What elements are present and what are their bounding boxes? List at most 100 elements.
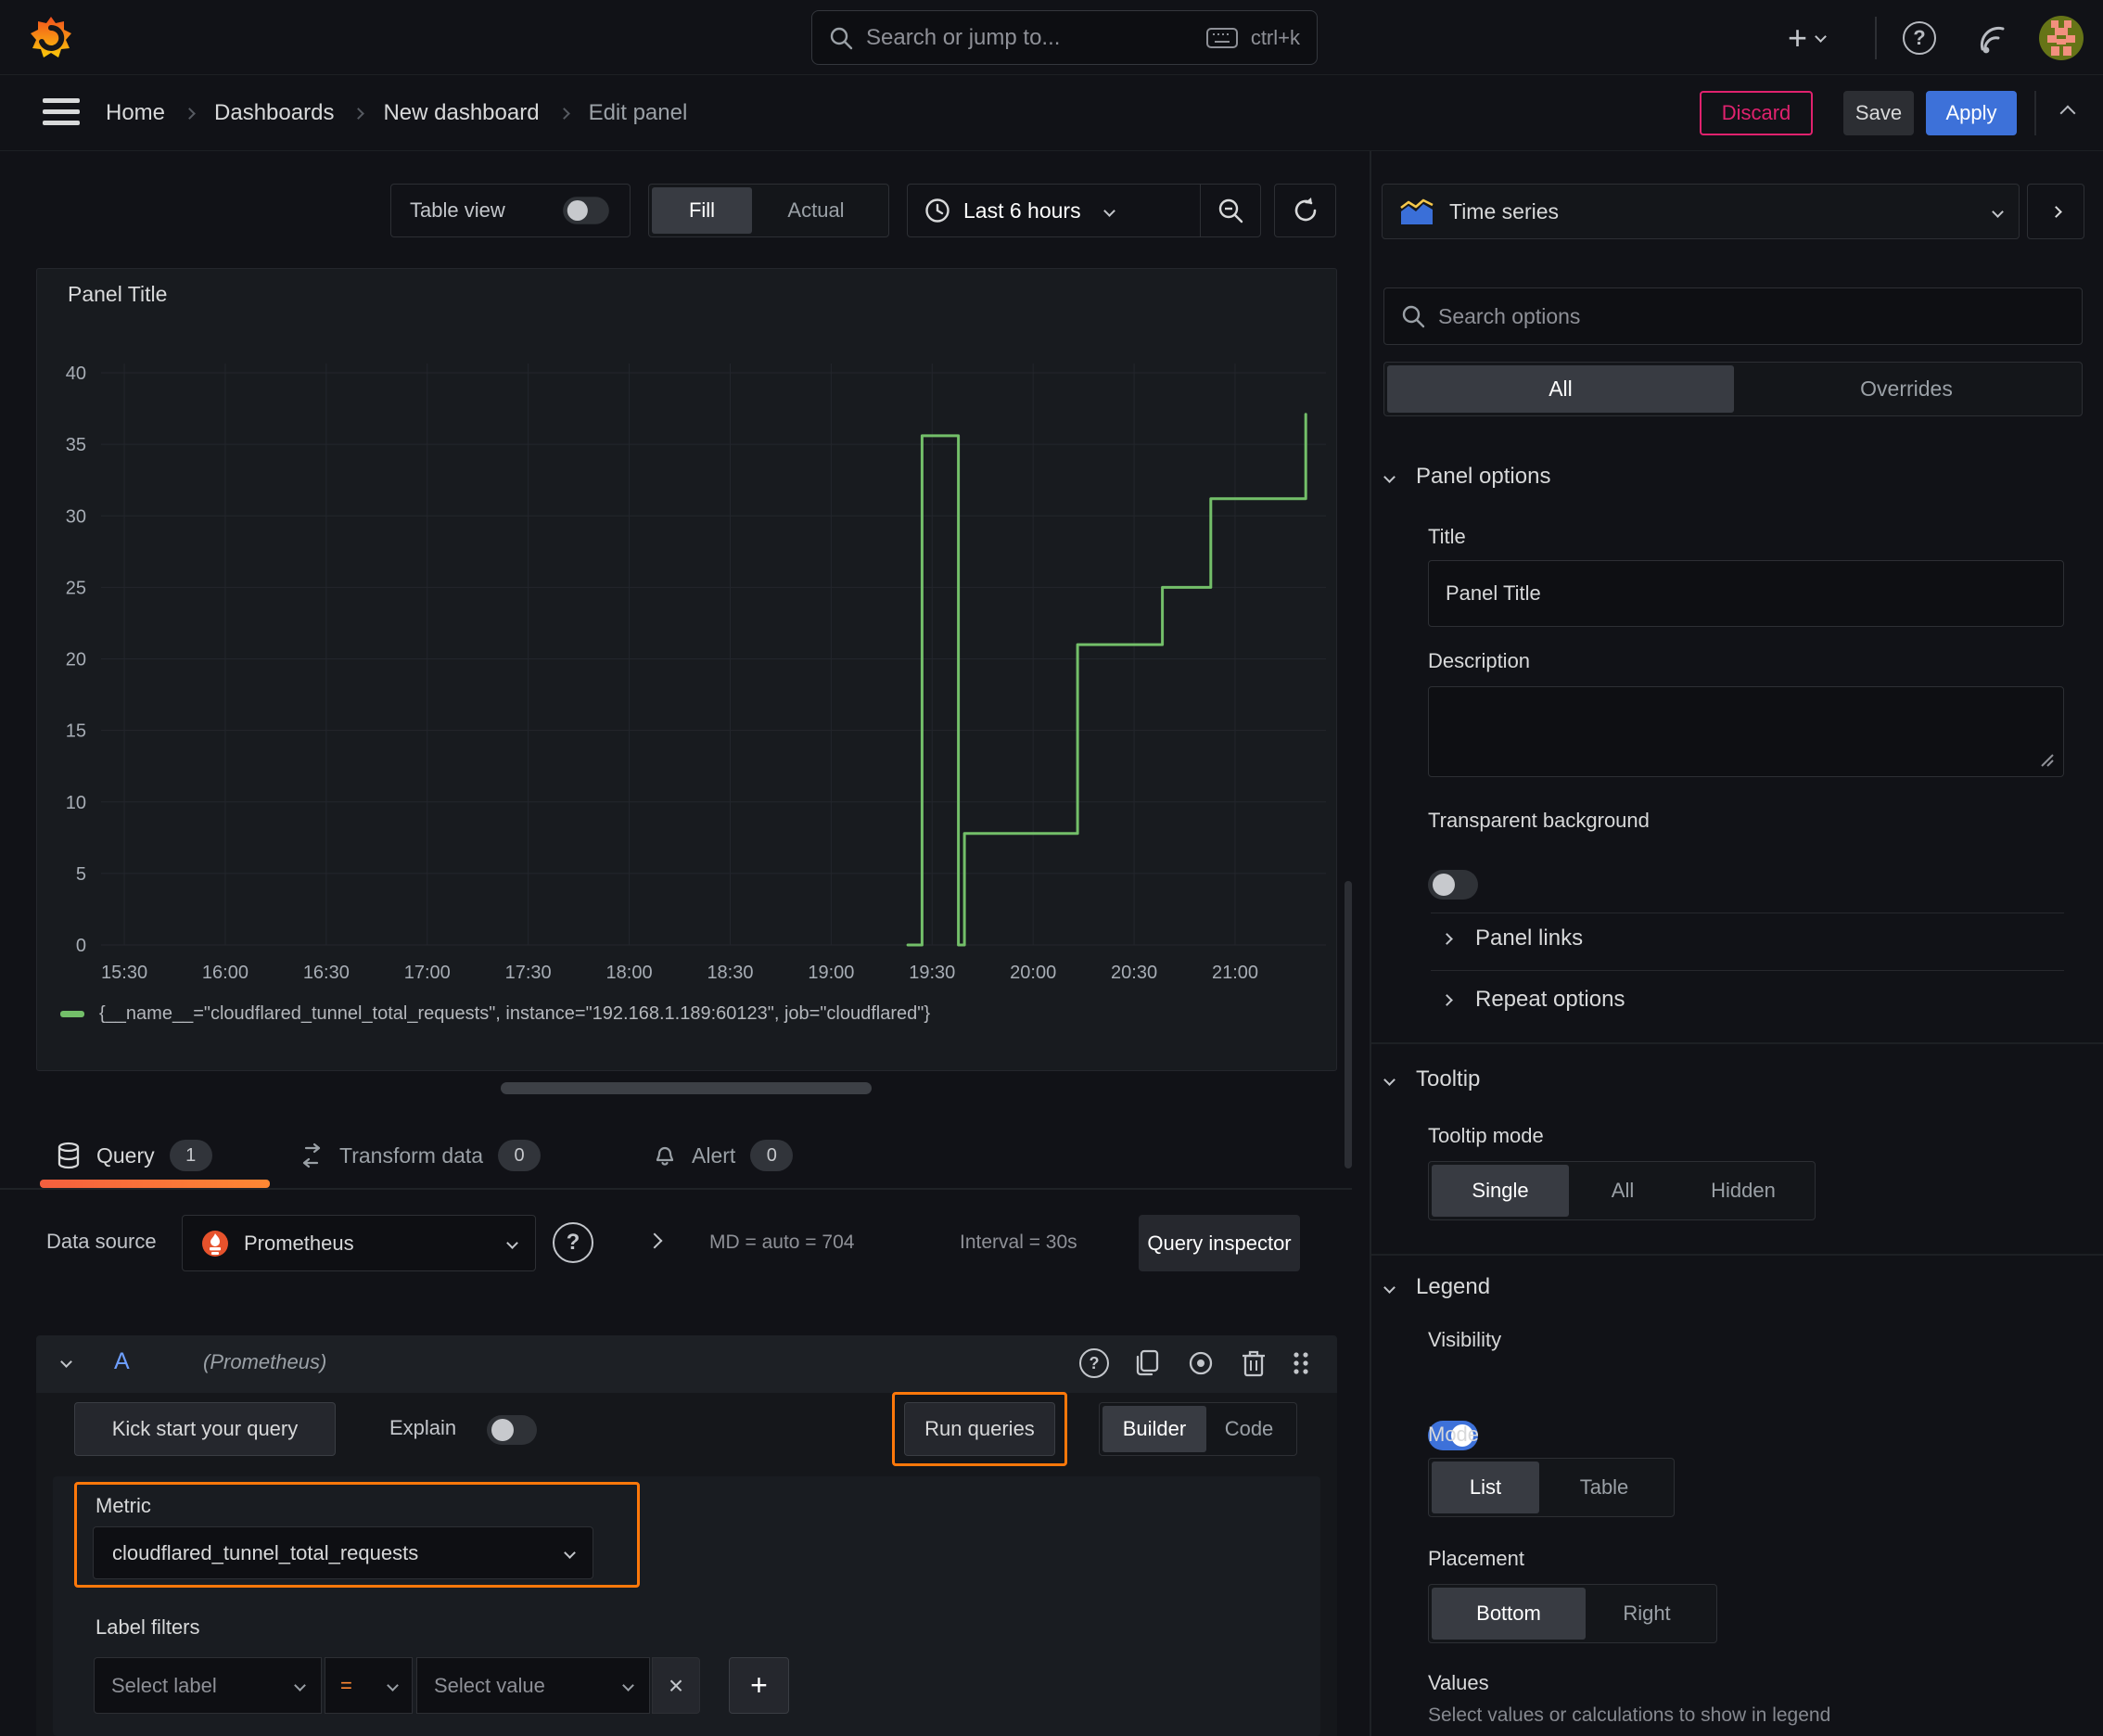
breadcrumb-home[interactable]: Home [106, 100, 165, 126]
select-label-dropdown[interactable]: Select label [94, 1657, 322, 1714]
textarea-resize-icon[interactable] [2038, 751, 2057, 770]
transparent-background-toggle[interactable] [1428, 870, 1478, 900]
tabs-divider [0, 1188, 1352, 1190]
collapse-query-icon[interactable] [60, 1356, 72, 1368]
select-value-dropdown[interactable]: Select value [416, 1657, 650, 1714]
remove-filter-button[interactable]: × [652, 1657, 700, 1714]
chevron-down-icon [1383, 1281, 1396, 1294]
toggle-visibility-icon[interactable] [1185, 1348, 1217, 1378]
drag-handle-icon[interactable] [1291, 1348, 1311, 1378]
duplicate-query-icon[interactable] [1133, 1348, 1161, 1378]
svg-text:40: 40 [66, 364, 86, 384]
label-filters-label: Label filters [96, 1615, 200, 1639]
datasource-help-button[interactable]: ? [553, 1222, 593, 1263]
breadcrumb-dashboard[interactable]: New dashboard [383, 100, 539, 126]
svg-text:10: 10 [66, 793, 86, 813]
run-queries-button[interactable]: Run queries [904, 1402, 1055, 1456]
legend-table-option[interactable]: Table [1539, 1462, 1669, 1513]
refresh-icon [1294, 198, 1316, 222]
query-ref-id[interactable]: A [114, 1348, 130, 1375]
legend-list-option[interactable]: List [1432, 1462, 1539, 1513]
new-menu-button[interactable]: + [1788, 20, 1827, 56]
toggle-viz-picker-button[interactable] [2027, 184, 2084, 239]
visualization-picker[interactable]: Time series [1382, 184, 2020, 239]
legend-header[interactable]: Legend [1383, 1274, 1490, 1300]
options-search-box[interactable] [1383, 287, 2083, 345]
table-view-label: Table view [410, 198, 505, 222]
svg-text:15: 15 [66, 721, 86, 742]
description-textarea[interactable] [1428, 686, 2064, 777]
chevron-right-icon [1441, 932, 1453, 945]
explain-toggle[interactable] [487, 1415, 537, 1445]
query-row-header[interactable]: A (Prometheus) ? [36, 1335, 1337, 1393]
builder-code-segment: Builder Code [1099, 1402, 1297, 1456]
options-search-input[interactable] [1438, 303, 2065, 329]
tooltip-hidden-option[interactable]: Hidden [1676, 1165, 1810, 1217]
actual-option[interactable]: Actual [752, 187, 880, 234]
table-view-toggle[interactable] [563, 197, 609, 224]
menu-toggle-button[interactable] [43, 98, 80, 128]
tab-alert-label: Alert [692, 1142, 736, 1168]
search-shortcut-hint: ctrl+k [1250, 25, 1300, 49]
tooltip-header[interactable]: Tooltip [1383, 1066, 1480, 1092]
tab-overrides[interactable]: Overrides [1734, 365, 2079, 413]
apply-button[interactable]: Apply [1926, 91, 2017, 135]
grafana-logo-icon[interactable] [28, 14, 74, 62]
search-icon [1402, 305, 1425, 328]
legend-visibility-label: Visibility [1428, 1328, 1502, 1351]
metric-select[interactable]: cloudflared_tunnel_total_requests [93, 1526, 593, 1579]
chevron-down-icon [1815, 30, 1827, 43]
chart-legend[interactable]: {__name__="cloudflared_tunnel_total_requ… [60, 1003, 930, 1025]
panel-options-header[interactable]: Panel options [1383, 464, 1550, 490]
panel-title-input[interactable] [1428, 560, 2064, 627]
help-button[interactable]: ? [1903, 21, 1936, 55]
fill-option[interactable]: Fill [652, 187, 752, 234]
add-filter-button[interactable]: + [729, 1657, 789, 1714]
chevron-right-icon [2049, 205, 2062, 218]
tab-transform-data[interactable]: Transform data 0 [299, 1134, 542, 1177]
query-help-button[interactable]: ? [1079, 1348, 1109, 1378]
placement-right-option[interactable]: Right [1586, 1588, 1708, 1640]
tab-query[interactable]: Query 1 [56, 1134, 212, 1177]
save-button[interactable]: Save [1843, 91, 1914, 135]
user-avatar[interactable] [2038, 15, 2084, 61]
svg-text:5: 5 [76, 864, 86, 885]
code-option[interactable]: Code [1206, 1406, 1292, 1452]
datasource-picker[interactable]: Prometheus [182, 1215, 536, 1271]
zoom-out-button[interactable] [1201, 185, 1260, 236]
news-rss-icon[interactable] [1975, 21, 2012, 57]
repeat-options-header[interactable]: Repeat options [1441, 987, 1625, 1013]
topbar-divider [1875, 17, 1877, 59]
discard-button[interactable]: Discard [1700, 91, 1813, 135]
refresh-button[interactable] [1274, 184, 1336, 237]
operator-dropdown[interactable]: = [325, 1657, 413, 1714]
svg-text:19:00: 19:00 [808, 963, 854, 983]
legend-placement-label: Placement [1428, 1547, 1524, 1570]
tooltip-all-option[interactable]: All [1569, 1165, 1676, 1217]
query-inspector-button[interactable]: Query inspector [1139, 1215, 1300, 1271]
left-scrollbar[interactable] [1345, 881, 1352, 1168]
time-range-picker[interactable]: Last 6 hours [908, 185, 1200, 236]
tab-alert[interactable]: Alert 0 [653, 1134, 794, 1177]
panel-links-header[interactable]: Panel links [1441, 925, 1583, 951]
pane-resize-handle[interactable] [501, 1082, 872, 1094]
placement-bottom-option[interactable]: Bottom [1432, 1588, 1586, 1640]
builder-option[interactable]: Builder [1102, 1406, 1206, 1452]
select-value-placeholder: Select value [434, 1673, 545, 1697]
tab-transform-count: 0 [498, 1140, 542, 1171]
global-search-input[interactable] [866, 24, 1193, 51]
svg-text:35: 35 [66, 435, 86, 455]
breadcrumb-separator-icon [184, 107, 196, 120]
svg-text:17:30: 17:30 [505, 963, 552, 983]
delete-query-icon[interactable] [1241, 1348, 1267, 1378]
global-search-box[interactable]: ctrl+k [811, 10, 1318, 65]
query-stats-md: MD = auto = 704 [709, 1232, 855, 1253]
kick-start-query-button[interactable]: Kick start your query [74, 1402, 336, 1456]
breadcrumb-dashboards[interactable]: Dashboards [214, 100, 334, 126]
expand-options-icon[interactable] [646, 1232, 663, 1249]
legend-swatch [60, 1011, 84, 1017]
tooltip-single-option[interactable]: Single [1432, 1165, 1569, 1217]
tab-all-options[interactable]: All [1387, 365, 1734, 413]
panel-title[interactable]: Panel Title [68, 282, 167, 307]
table-view-control: Table view [390, 184, 631, 237]
